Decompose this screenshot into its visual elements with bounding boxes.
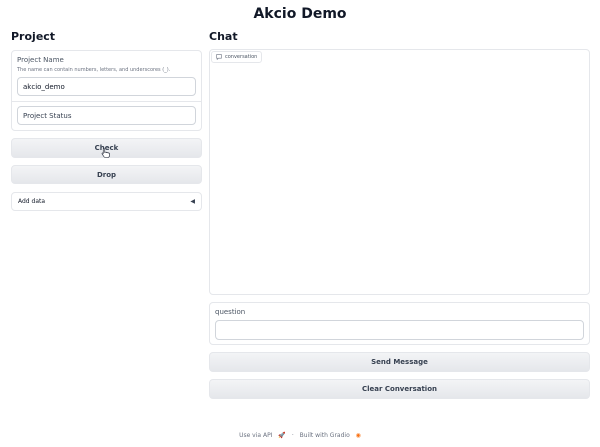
drop-button[interactable]: Drop [11, 165, 202, 184]
project-name-label: Project Name [17, 56, 64, 64]
chat-heading: Chat [209, 30, 238, 43]
chat-bubble-icon [216, 54, 222, 60]
triangle-left-icon: ◀ [190, 198, 195, 205]
project-heading: Project [11, 30, 56, 43]
question-label: question [215, 308, 246, 316]
project-name-info: The name can contain numbers, letters, a… [17, 67, 171, 73]
send-message-button[interactable]: Send Message [209, 352, 590, 372]
add-data-accordion[interactable]: Add data ◀ [11, 192, 202, 211]
field-divider [12, 101, 201, 102]
project-name-input[interactable]: akcio_demo [17, 77, 196, 96]
chatbot-label-text: conversation [225, 54, 258, 60]
chatbot-panel: conversation [209, 49, 590, 295]
question-input[interactable] [215, 320, 584, 340]
gradio-logo-icon: ◉ [355, 432, 361, 439]
project-status-field[interactable]: Project Status [17, 106, 196, 125]
built-with-gradio-link[interactable]: Built with Gradio [300, 432, 350, 439]
chatbot-label: conversation [211, 51, 263, 63]
question-form: question [209, 302, 590, 345]
app-title: Akcio Demo [253, 6, 347, 22]
project-form: Project Name The name can contain number… [11, 50, 202, 131]
clear-conversation-button[interactable]: Clear Conversation [209, 379, 590, 399]
footer: Use via API 🚀 · Built with Gradio ◉ [0, 432, 600, 439]
footer-separator: · [291, 432, 294, 439]
hand-cursor-icon [101, 148, 110, 158]
rocket-icon: 🚀 [278, 432, 286, 439]
add-data-label: Add data [18, 198, 46, 205]
use-api-link[interactable]: Use via API [239, 432, 272, 439]
